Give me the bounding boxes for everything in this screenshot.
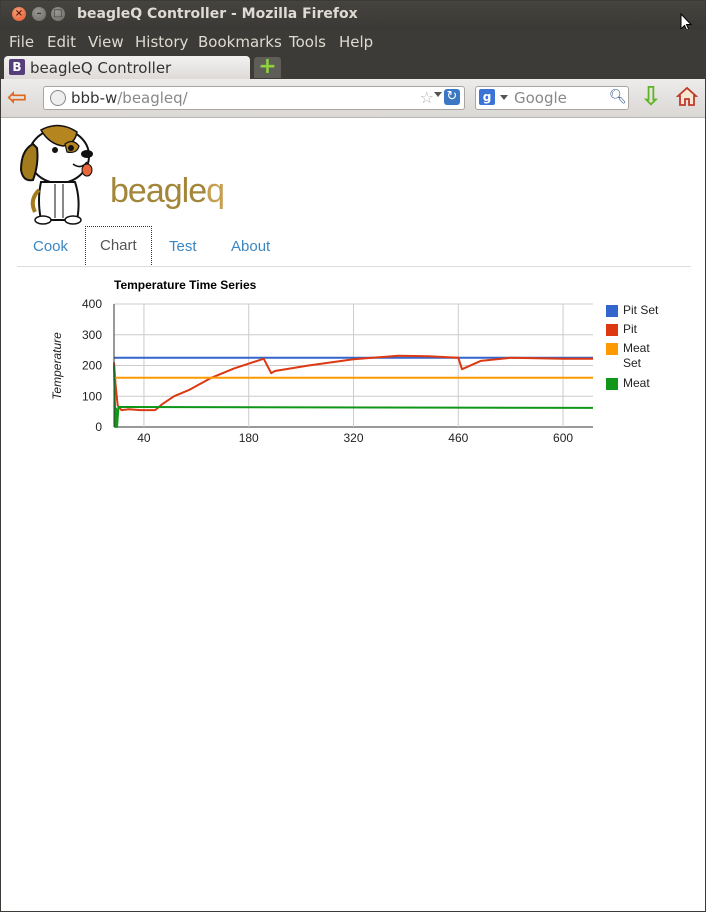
- browser-tab-label: beagleQ Controller: [30, 59, 172, 77]
- bookmark-star-icon[interactable]: ☆: [420, 88, 434, 107]
- beagle-dog-logo-icon: [19, 124, 93, 225]
- tab-chart[interactable]: Chart: [85, 226, 152, 265]
- menu-bar: File Edit View History Bookmarks Tools H…: [1, 29, 705, 55]
- close-window-button[interactable]: ×: [12, 7, 26, 21]
- brand-q: q: [206, 172, 225, 210]
- home-icon[interactable]: [676, 85, 698, 107]
- tab-cook[interactable]: Cook: [33, 238, 68, 255]
- search-bar[interactable]: g Google 🔍︎: [475, 86, 629, 110]
- tab-about[interactable]: About: [231, 238, 270, 255]
- brand-text: beagle: [110, 172, 207, 210]
- y-tick-label: 100: [82, 389, 102, 403]
- legend-swatch: [606, 378, 618, 390]
- address-bar[interactable]: bbb-w/beagleq/ ☆ ↻: [43, 86, 465, 110]
- address-text[interactable]: bbb-w/beagleq/: [71, 89, 188, 107]
- page-content: beagleq Cook Chart Test About Temperatur…: [1, 118, 705, 911]
- tab-strip: B beagleQ Controller +: [1, 55, 705, 79]
- reload-icon[interactable]: ↻: [444, 89, 460, 105]
- minimize-window-button[interactable]: –: [32, 7, 46, 21]
- menu-edit[interactable]: Edit: [47, 33, 76, 51]
- engine-dropdown-icon[interactable]: [500, 95, 508, 100]
- menu-bookmarks[interactable]: Bookmarks: [198, 33, 282, 51]
- legend-label: Meat: [623, 376, 650, 390]
- bootstrap-favicon-icon: B: [9, 59, 25, 75]
- browser-window: × – □ beagleQ Controller - Mozilla Firef…: [0, 0, 706, 912]
- legend-label: Pit Set: [623, 303, 659, 317]
- tab-test[interactable]: Test: [169, 238, 197, 255]
- history-dropdown-icon[interactable]: [434, 92, 442, 97]
- temperature-chart: 0 100 200 300 400 40 180 320 460 600 Temperature: [50, 297, 594, 445]
- search-placeholder: Google: [514, 89, 567, 107]
- menu-history[interactable]: History: [135, 33, 188, 51]
- google-engine-icon[interactable]: g: [479, 89, 495, 105]
- search-icon[interactable]: 🔍︎: [609, 89, 627, 105]
- legend-swatch: [606, 343, 618, 355]
- legend-label: Pit: [623, 322, 638, 336]
- maximize-window-button[interactable]: □: [51, 7, 65, 21]
- x-tick-label: 320: [343, 431, 363, 445]
- navigation-toolbar: ⇦ bbb-w/beagleq/ ☆ ↻ g Google 🔍︎ ⇩: [1, 79, 705, 118]
- legend-swatch: [606, 324, 618, 336]
- back-arrow-icon[interactable]: ⇦: [7, 85, 33, 109]
- menu-view[interactable]: View: [88, 33, 124, 51]
- y-tick-label: 400: [82, 297, 102, 311]
- page-tabs: Cook Chart Test About: [17, 226, 691, 267]
- legend-label: Meat Set: [623, 341, 650, 370]
- address-path: /beagleq/: [117, 89, 188, 107]
- browser-tab[interactable]: B beagleQ Controller: [4, 56, 250, 79]
- x-tick-label: 180: [239, 431, 259, 445]
- address-host: bbb-w: [71, 89, 118, 107]
- new-tab-plus-icon[interactable]: +: [254, 56, 281, 78]
- chart-axes: 0 100 200 300 400 40 180 320 460 600: [82, 297, 573, 445]
- y-tick-label: 200: [82, 359, 102, 373]
- chart-title: Temperature Time Series: [114, 278, 257, 292]
- window-title: beagleQ Controller - Mozilla Firefox: [77, 6, 358, 22]
- title-bar: × – □ beagleQ Controller - Mozilla Firef…: [1, 1, 705, 32]
- menu-file[interactable]: File: [9, 33, 34, 51]
- x-tick-label: 460: [448, 431, 468, 445]
- download-arrow-icon[interactable]: ⇩: [640, 84, 662, 110]
- menu-tools[interactable]: Tools: [289, 33, 326, 51]
- y-tick-label: 0: [95, 420, 102, 434]
- x-tick-label: 600: [553, 431, 573, 445]
- brand-wordmark: beagleq: [110, 172, 225, 211]
- menu-help[interactable]: Help: [339, 33, 373, 51]
- x-tick-label: 40: [137, 431, 151, 445]
- legend-swatch: [606, 305, 618, 317]
- globe-icon: [50, 90, 66, 106]
- y-tick-label: 300: [82, 328, 102, 342]
- y-axis-label: Temperature: [50, 332, 64, 400]
